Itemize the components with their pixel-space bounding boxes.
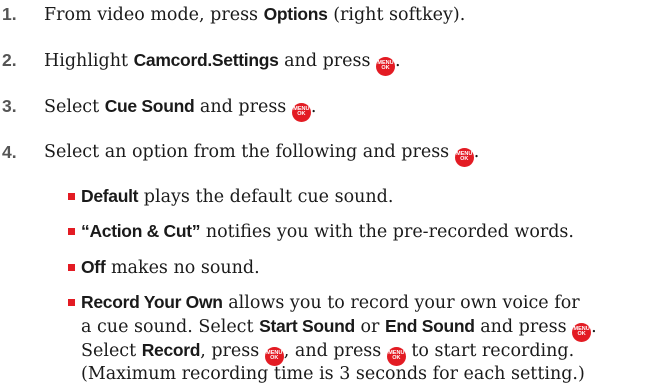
- step-number: 1.: [2, 4, 17, 24]
- record-label: Record: [141, 340, 201, 360]
- step-text: From video mode, press: [44, 5, 264, 25]
- step-number: 4.: [2, 142, 17, 162]
- bullet-icon: [68, 264, 75, 271]
- menu-ok-key-icon: MENU OK: [572, 322, 592, 342]
- step-text: (right softkey).: [327, 5, 466, 25]
- step-text: Select an option from the following and …: [44, 142, 455, 162]
- option-name: Off: [81, 257, 106, 277]
- menu-ok-key-icon: MENU OK: [376, 56, 396, 76]
- start-sound-label: Start Sound: [259, 316, 355, 336]
- options-label: Options: [263, 4, 328, 24]
- step-number: 2.: [2, 50, 17, 70]
- end-sound-label: End Sound: [384, 316, 475, 336]
- option-name: Record Your Own: [81, 292, 223, 312]
- camcord-settings-label: Camcord.Settings: [133, 50, 279, 70]
- menu-ok-key-icon: MENU OK: [454, 147, 474, 167]
- step-text: Select: [44, 97, 105, 117]
- bullet-icon: [68, 299, 75, 306]
- bullet-icon: [68, 228, 75, 235]
- record-own-line-4: (Maximum recording time is 3 seconds for…: [81, 364, 585, 384]
- bullet-icon: [68, 193, 75, 200]
- step-text: and press: [278, 51, 377, 71]
- option-name: “Action & Cut”: [81, 221, 201, 241]
- step-text: Highlight: [44, 51, 134, 71]
- step-number: 3.: [2, 96, 17, 116]
- step-text: and press: [194, 97, 292, 117]
- option-name: Default: [81, 186, 139, 206]
- cue-sound-label: Cue Sound: [104, 96, 195, 116]
- menu-ok-key-icon: MENU OK: [291, 102, 311, 122]
